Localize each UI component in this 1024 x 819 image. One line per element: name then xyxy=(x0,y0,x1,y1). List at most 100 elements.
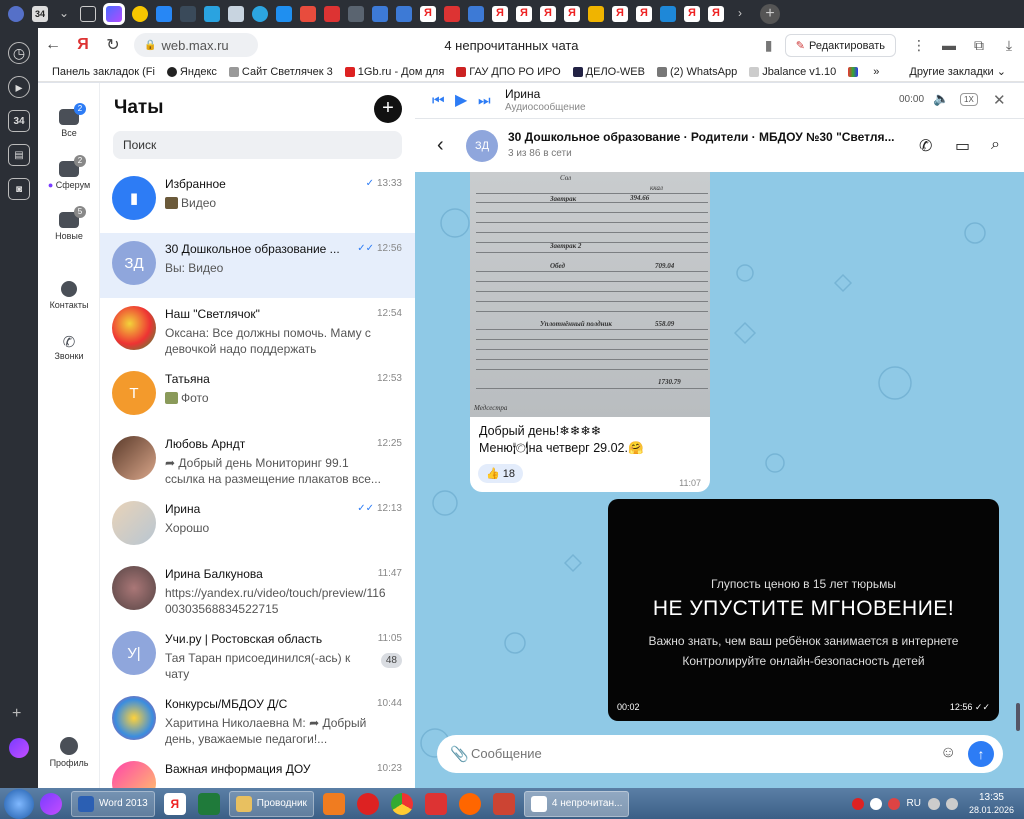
chat-item-irina[interactable]: Ирина ✓✓ 12:13 Хорошо xyxy=(100,493,415,558)
bookmark-item[interactable]: 1Gb.ru - Дом для xyxy=(344,66,444,78)
chat-item-vazhnaya[interactable]: Важная информация ДОУ 10:23 xyxy=(100,753,415,788)
tab-image-icon[interactable] xyxy=(588,6,604,22)
tab-yandex-icon[interactable] xyxy=(540,6,556,22)
tab-counter[interactable]: 34 xyxy=(8,110,30,132)
message-input[interactable] xyxy=(471,746,901,761)
bookmark-item[interactable]: Сайт Светлячек 3 xyxy=(228,66,333,78)
tray-antivirus-icon[interactable] xyxy=(851,797,864,810)
chat-item-irina-balkunova[interactable]: Ирина Балкунова 11:47 https://yandex.ru/… xyxy=(100,558,415,623)
minimize-icon[interactable]: ▬ xyxy=(934,37,964,53)
taskbar-word[interactable]: Word 2013 xyxy=(71,790,155,817)
powerpoint-icon[interactable] xyxy=(492,792,515,815)
tab-mail-icon[interactable] xyxy=(276,6,292,22)
reaction-badge[interactable]: 👍 18 xyxy=(478,464,523,483)
incoming-message[interactable]: Сол ккал 394.66 Завтрак Завтрак 2 Обед 7… xyxy=(470,172,710,492)
tray-app-icon[interactable] xyxy=(887,797,900,810)
group-avatar[interactable]: ЗД xyxy=(466,130,498,162)
menu-icon[interactable]: ⋮ xyxy=(904,37,934,54)
bookmarks-overflow-icon[interactable]: » xyxy=(873,66,879,78)
start-button[interactable] xyxy=(4,788,34,819)
clock[interactable]: 13:35 28.01.2026 xyxy=(969,792,1014,816)
bookmark-item[interactable]: Панель закладок (Fi xyxy=(52,66,155,78)
tab-max-active[interactable] xyxy=(103,3,125,25)
tab-gov-icon[interactable] xyxy=(348,6,364,22)
chat-item-konkursy[interactable]: Конкурсы/МБДОУ Д/С 10:44 Харитина Никола… xyxy=(100,688,415,753)
alice-assistant-icon[interactable] xyxy=(9,738,29,758)
collections-icon[interactable]: ▤ xyxy=(8,144,30,166)
bookmark-item[interactable]: Jbalance v1.10 xyxy=(749,66,836,78)
rail-item-new[interactable]: 5 Новые xyxy=(38,206,100,241)
tab-yandex-icon[interactable] xyxy=(564,6,580,22)
chat-item-svetlyachok[interactable]: Наш "Светлячок" 12:54 Оксана: Все должны… xyxy=(100,298,415,363)
rail-item-all[interactable]: 2 Все xyxy=(38,103,100,138)
tab-yandex-icon[interactable] xyxy=(708,6,724,22)
scrollbar[interactable] xyxy=(1016,703,1020,731)
tab-yandex-icon[interactable] xyxy=(636,6,652,22)
history-icon[interactable]: ◷ xyxy=(8,42,30,64)
menu-photo[interactable]: Сол ккал 394.66 Завтрак Завтрак 2 Обед 7… xyxy=(470,172,710,417)
chevron-right-icon[interactable]: › xyxy=(732,6,748,22)
tab-yandex-icon[interactable] xyxy=(684,6,700,22)
yandex-icon[interactable]: Я xyxy=(68,36,98,54)
other-bookmarks[interactable]: Другие закладки ⌄ xyxy=(909,65,1006,79)
tab-yandex-icon[interactable] xyxy=(420,6,436,22)
tab-yandex-icon[interactable] xyxy=(516,6,532,22)
bookmark-item[interactable] xyxy=(848,66,861,77)
bookmark-item[interactable]: (2) WhatsApp xyxy=(656,66,737,78)
search-input[interactable]: Поиск xyxy=(113,131,402,159)
chat-item-lyubov[interactable]: Любовь Арндт 12:25 ➦ Добрый день Монитор… xyxy=(100,428,415,493)
excel-icon[interactable] xyxy=(197,792,220,815)
tab-counter-icon[interactable]: 34 xyxy=(32,6,48,22)
tab-pdf-icon[interactable] xyxy=(444,6,460,22)
chat-item-tatyana[interactable]: Т Татьяна 12:53 Фото xyxy=(100,363,415,428)
tray-yandex-icon[interactable] xyxy=(869,797,882,810)
tab-play-icon[interactable] xyxy=(132,6,148,22)
tab-yandex-icon[interactable] xyxy=(492,6,508,22)
bookmark-item[interactable]: Яндекс xyxy=(166,66,217,78)
extensions-icon[interactable]: ⧉ xyxy=(964,37,994,54)
url-field[interactable]: 🔒 web.max.ru xyxy=(134,33,258,57)
reload-icon[interactable]: ↻ xyxy=(98,35,128,55)
tab-doc-icon[interactable] xyxy=(468,6,484,22)
tray-language[interactable]: RU xyxy=(907,798,921,809)
chevron-down-icon[interactable]: ⌄ xyxy=(56,6,72,22)
conversation-title[interactable]: 30 Дошкольное образование · Родители · М… xyxy=(508,130,908,144)
add-panel-icon[interactable]: + xyxy=(12,705,21,723)
close-player-icon[interactable]: ✕ xyxy=(993,91,1006,109)
playback-speed-button[interactable]: 1X xyxy=(960,93,978,106)
attach-icon[interactable]: 📎 xyxy=(450,745,469,763)
rail-item-contacts[interactable]: Контакты xyxy=(38,281,100,310)
tab-page-icon[interactable] xyxy=(80,6,96,22)
media-player-icon[interactable] xyxy=(322,792,345,815)
chat-item-uchi[interactable]: У| Учи.ру | Ростовская область 11:05 Тая… xyxy=(100,623,415,688)
taskbar-browser-active[interactable]: 4 непрочитан... xyxy=(523,790,630,817)
tab-site-icon[interactable] xyxy=(180,6,196,22)
screenshot-icon[interactable]: ◙ xyxy=(8,178,30,200)
profile-icon[interactable] xyxy=(8,6,24,22)
rail-item-sferum[interactable]: 2 ● Сферум xyxy=(38,155,100,190)
tab-doc-icon[interactable] xyxy=(372,6,388,22)
edit-button[interactable]: ✎ Редактировать xyxy=(784,33,896,57)
emoji-icon[interactable]: ☺ xyxy=(940,744,956,762)
new-tab-button[interactable]: + xyxy=(760,4,780,24)
back-icon[interactable]: ‹ xyxy=(437,134,444,157)
video-call-icon[interactable]: ▭ xyxy=(955,136,970,156)
tab-pdf-icon[interactable] xyxy=(228,6,244,22)
tab-site-icon[interactable] xyxy=(204,6,220,22)
tab-doc-icon[interactable] xyxy=(300,6,316,22)
call-icon[interactable]: ✆ xyxy=(919,136,932,156)
tab-pdf-icon[interactable] xyxy=(324,6,340,22)
play-icon[interactable]: ▸ xyxy=(8,76,30,98)
download-icon[interactable]: ⤓ xyxy=(994,37,1024,54)
play-button[interactable]: ▶ xyxy=(455,90,467,110)
new-chat-button[interactable]: + xyxy=(374,95,402,123)
bookmark-item[interactable]: ДЕЛО-WEB xyxy=(572,66,645,78)
rail-item-calls[interactable]: ✆ Звонки xyxy=(38,333,100,361)
alice-icon[interactable] xyxy=(40,792,62,815)
previous-track-icon[interactable]: ⏮ xyxy=(432,92,445,109)
rail-item-profile[interactable]: Профиль xyxy=(38,737,100,768)
volume-icon[interactable]: 🔈 xyxy=(933,91,949,107)
chrome-icon[interactable] xyxy=(390,792,413,815)
chat-item-favorites[interactable]: ▮ Избранное ✓ 13:33 Видео xyxy=(100,168,415,233)
tab-site-icon[interactable] xyxy=(660,6,676,22)
